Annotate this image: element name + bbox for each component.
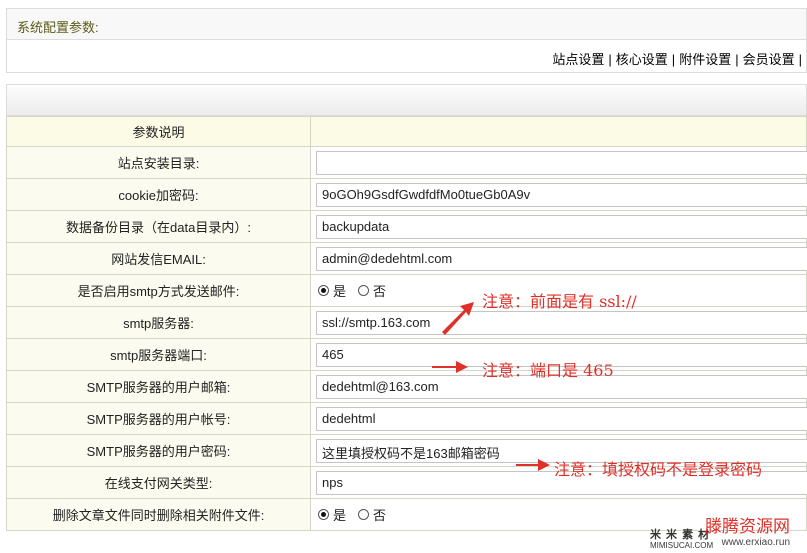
- annotation-arrow-password: [516, 459, 550, 471]
- watermark-left: 米 米 素 材 MIMISUCAI.COM: [650, 526, 713, 550]
- row-label-smtp-server: smtp服务器:: [6, 306, 311, 339]
- table-row: 网站发信EMAIL: admin@dedehtml.com: [6, 242, 807, 275]
- watermark-left-small: MIMISUCAI.COM: [650, 541, 714, 550]
- table-row: SMTP服务器的用户帐号: dedehtml: [6, 402, 807, 435]
- panel-header: 系统配置参数:: [6, 8, 807, 40]
- nav-separator: |: [798, 52, 802, 67]
- table-row: smtp服务器端口: 465: [6, 338, 807, 371]
- tab-core-settings[interactable]: 核心设置: [616, 52, 668, 67]
- radio-label-yes: 是: [333, 508, 347, 523]
- row-label-smtp-account: SMTP服务器的用户帐号:: [6, 402, 311, 435]
- annotation-note-password: 注意：填授权码不是登录密码: [554, 460, 763, 479]
- delete-attachments-yes-radio[interactable]: [318, 509, 329, 520]
- row-label-smtp-enable: 是否启用smtp方式发送邮件:: [6, 274, 311, 307]
- cookie-key-input[interactable]: 9oGOh9GsdfGwdfdfMo0tueGb0A9v: [316, 182, 807, 207]
- smtp-server-input[interactable]: ssl://smtp.163.com: [316, 310, 807, 335]
- annotation-note-port: 注意：端口是 465: [482, 361, 614, 380]
- backup-dir-input[interactable]: backupdata: [316, 214, 807, 239]
- watermark-right-big: 滕腾资源网: [705, 517, 790, 537]
- radio-label-yes: 是: [333, 284, 347, 299]
- smtp-enable-yes-radio[interactable]: [318, 285, 329, 296]
- row-label-site-email: 网站发信EMAIL:: [6, 242, 311, 275]
- table-row: 站点安装目录:: [6, 146, 807, 179]
- table-row: SMTP服务器的用户邮箱: dedehtml@163.com: [6, 370, 807, 403]
- nav-separator: |: [735, 52, 739, 67]
- watermark-right: 滕腾资源网 www.erxiao.run: [705, 512, 790, 548]
- row-label-smtp-port: smtp服务器端口:: [6, 338, 311, 371]
- annotation-arrow-ssl: [442, 302, 474, 335]
- annotation-arrow-port: [432, 361, 468, 373]
- row-label-backup-dir: 数据备份目录（在data目录内）:: [6, 210, 311, 243]
- settings-nav-bar: 站点设置 | 核心设置 | 附件设置 | 会员设置 |: [6, 40, 807, 73]
- table-row: smtp服务器: ssl://smtp.163.com: [6, 306, 807, 339]
- column-header-value: [310, 116, 807, 147]
- row-label-install-dir: 站点安装目录:: [6, 146, 311, 179]
- tab-member-settings[interactable]: 会员设置: [743, 52, 795, 67]
- panel-title: 系统配置参数:: [17, 20, 99, 35]
- row-label-delete-attachments: 删除文章文件同时删除相关附件文件:: [6, 498, 311, 531]
- nav-separator: |: [608, 52, 612, 67]
- tab-site-settings[interactable]: 站点设置: [552, 52, 604, 67]
- smtp-enable-no-radio[interactable]: [358, 285, 370, 296]
- column-header-label: 参数说明: [6, 116, 311, 147]
- row-label-smtp-password: SMTP服务器的用户密码:: [6, 434, 311, 467]
- settings-tabs: 站点设置 | 核心设置 | 附件设置 | 会员设置 |: [552, 49, 806, 68]
- section-bar: [6, 84, 807, 116]
- tab-attachment-settings[interactable]: 附件设置: [679, 52, 731, 67]
- radio-label-no: 否: [373, 284, 387, 299]
- delete-attachments-no-radio[interactable]: [358, 509, 370, 520]
- table-header-row: 参数说明: [6, 116, 807, 147]
- watermark-right-small: www.erxiao.run: [721, 537, 790, 548]
- table-row: cookie加密码: 9oGOh9GsdfGwdfdfMo0tueGb0A9v: [6, 178, 807, 211]
- site-email-input[interactable]: admin@dedehtml.com: [316, 246, 807, 271]
- table-row: 数据备份目录（在data目录内）: backupdata: [6, 210, 807, 243]
- annotation-note-ssl: 注意：前面是有 ssl://: [482, 292, 637, 311]
- smtp-account-input[interactable]: dedehtml: [316, 406, 807, 431]
- table-row: 是否启用smtp方式发送邮件: 是 否: [6, 274, 807, 307]
- radio-label-no: 否: [373, 508, 387, 523]
- watermark-left-big: 米 米 素 材: [650, 529, 711, 541]
- nav-separator: |: [671, 52, 676, 67]
- row-label-payment-gateway: 在线支付网关类型:: [6, 466, 311, 499]
- install-dir-input[interactable]: [316, 150, 807, 175]
- row-label-cookie-key: cookie加密码:: [6, 178, 311, 211]
- row-label-smtp-user-email: SMTP服务器的用户邮箱:: [6, 370, 311, 403]
